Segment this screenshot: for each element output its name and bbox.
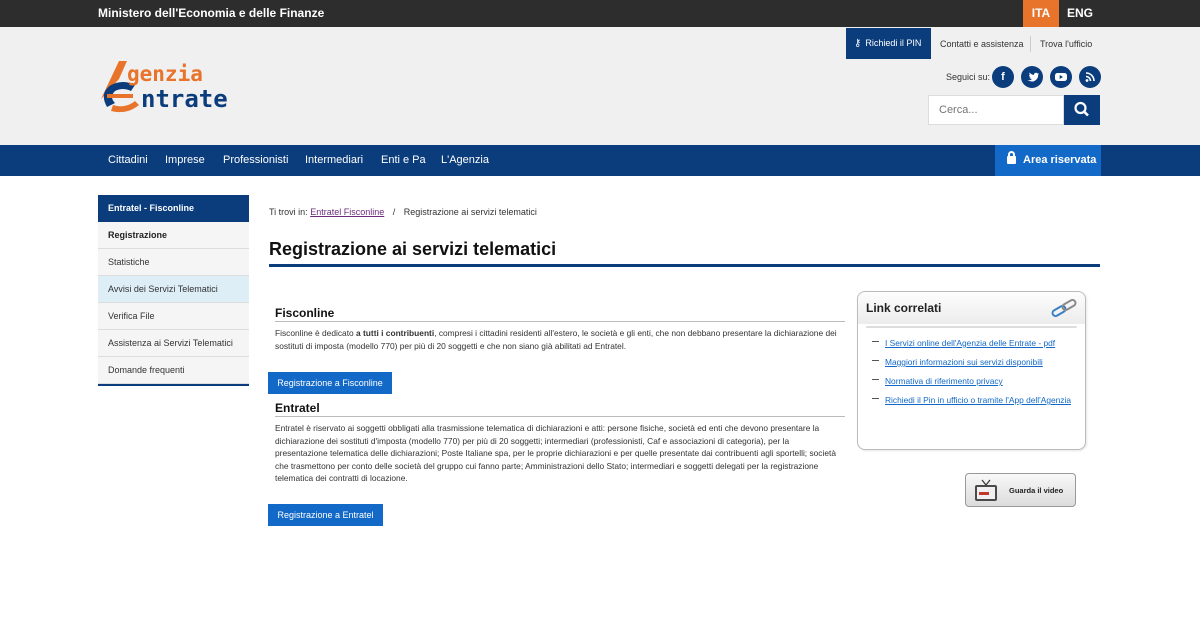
search-button[interactable]	[1064, 95, 1100, 125]
breadcrumb-prefix: Ti trovi in:	[269, 207, 308, 217]
watch-video-button[interactable]: Guarda il video	[965, 473, 1076, 507]
related-links-list: I Servizi online dell'Agenzia delle Entr…	[872, 337, 1072, 413]
request-pin-label: Richiedi il PIN	[865, 38, 922, 48]
nav-cittadini[interactable]: Cittadini	[108, 154, 148, 166]
related-link-richiedi-pin[interactable]: Richiedi il Pin in ufficio o tramite l'A…	[872, 394, 1072, 406]
fisconline-rule	[275, 321, 845, 322]
contacts-link[interactable]: Contatti e assistenza	[940, 39, 1024, 49]
watch-video-label: Guarda il video	[1009, 486, 1064, 495]
breadcrumb-link-entratel-fisconline[interactable]: Entratel Fisconline	[310, 207, 384, 217]
related-link-normativa-privacy[interactable]: Normativa di riferimento privacy	[872, 375, 1072, 387]
youtube-icon[interactable]	[1050, 66, 1072, 88]
sidebar-item-registrazione[interactable]: Registrazione	[98, 222, 249, 249]
agenzia-entrate-logo[interactable]: genzia ntrate	[97, 57, 267, 113]
sidebar-item-avvisi[interactable]: Avvisi dei Servizi Telematici	[98, 276, 249, 303]
page-title: Registrazione ai servizi telematici	[269, 239, 557, 259]
title-rule	[269, 264, 1100, 267]
related-links-title: Link correlati	[866, 301, 942, 315]
fisconline-description: Fisconline è dedicato a tutti i contribu…	[275, 327, 840, 352]
sidebar-item-assistenza[interactable]: Assistenza ai Servizi Telematici	[98, 330, 249, 357]
register-entratel-button[interactable]: Registrazione a Entratel	[268, 504, 383, 526]
entratel-heading: Entratel	[275, 401, 320, 415]
related-link-servizi-online[interactable]: I Servizi online dell'Agenzia delle Entr…	[872, 337, 1072, 349]
twitter-icon[interactable]	[1021, 66, 1043, 88]
sidebar-bottom-rule	[98, 384, 249, 386]
breadcrumb-current: Registrazione ai servizi telematici	[403, 207, 537, 217]
sidebar-item-verifica-file[interactable]: Verifica File	[98, 303, 249, 330]
entratel-rule	[275, 416, 845, 417]
register-fisconline-button[interactable]: Registrazione a Fisconline	[268, 372, 392, 394]
entratel-description: Entratel è riservato ai soggetti obbliga…	[275, 423, 836, 484]
nav-enti-e-pa[interactable]: Enti e Pa	[381, 154, 426, 166]
facebook-icon[interactable]: f	[992, 66, 1014, 88]
related-links-divider	[866, 326, 1077, 328]
logo-word-agenzia: genzia	[127, 62, 203, 86]
links-chain-icon	[1051, 299, 1077, 317]
sidebar-item-statistiche[interactable]: Statistiche	[98, 249, 249, 276]
nav-agenzia[interactable]: L'Agenzia	[441, 154, 489, 166]
sidebar-item-domande-frequenti[interactable]: Domande frequenti	[98, 357, 249, 384]
lock-icon	[1007, 151, 1016, 164]
lang-ita-button[interactable]: ITA	[1023, 0, 1059, 27]
reserved-area-button[interactable]: Area riservata	[995, 145, 1101, 176]
sidebar-menu: Entratel - Fisconline Registrazione Stat…	[98, 195, 249, 386]
lang-eng-button[interactable]: ENG	[1062, 0, 1098, 27]
breadcrumb-separator: /	[392, 207, 396, 217]
breadcrumb: Ti trovi in: Entratel Fisconline / Regis…	[269, 207, 537, 217]
header-divider	[1030, 36, 1031, 52]
tv-icon	[975, 479, 997, 501]
reserved-area-label: Area riservata	[1023, 154, 1097, 166]
follow-us-label: Seguici su:	[946, 72, 991, 82]
top-bar: Ministero dell'Economia e delle Finanze …	[0, 0, 1200, 27]
nav-imprese[interactable]: Imprese	[165, 154, 205, 166]
request-pin-button[interactable]: ⚷ Richiedi il PIN	[846, 28, 931, 59]
ministry-link[interactable]: Ministero dell'Economia e delle Finanze	[98, 6, 324, 20]
main-navigation: Cittadini Imprese Professionisti Interme…	[0, 145, 1200, 176]
fisconline-text-bold: a tutti i contribuenti	[356, 328, 435, 338]
key-icon: ⚷	[854, 38, 862, 49]
search-icon	[1074, 101, 1089, 117]
rss-icon[interactable]	[1079, 66, 1101, 88]
related-link-maggiori-informazioni[interactable]: Maggiori informazioni sui servizi dispon…	[872, 356, 1072, 368]
logo-word-entrate: ntrate	[141, 85, 228, 113]
fisconline-heading: Fisconline	[275, 306, 335, 320]
nav-intermediari[interactable]: Intermediari	[305, 154, 363, 166]
site-header: genzia ntrate ⚷ Richiedi il PIN Contatti …	[0, 27, 1200, 145]
find-office-link[interactable]: Trova l'ufficio	[1040, 39, 1092, 49]
search-input[interactable]	[928, 95, 1064, 125]
sidebar-heading[interactable]: Entratel - Fisconline	[98, 195, 249, 222]
fisconline-text-pre: Fisconline è dedicato	[275, 328, 357, 338]
nav-professionisti[interactable]: Professionisti	[223, 154, 288, 166]
related-links-box: Link correlati I Servizi online dell'Age…	[857, 291, 1086, 450]
